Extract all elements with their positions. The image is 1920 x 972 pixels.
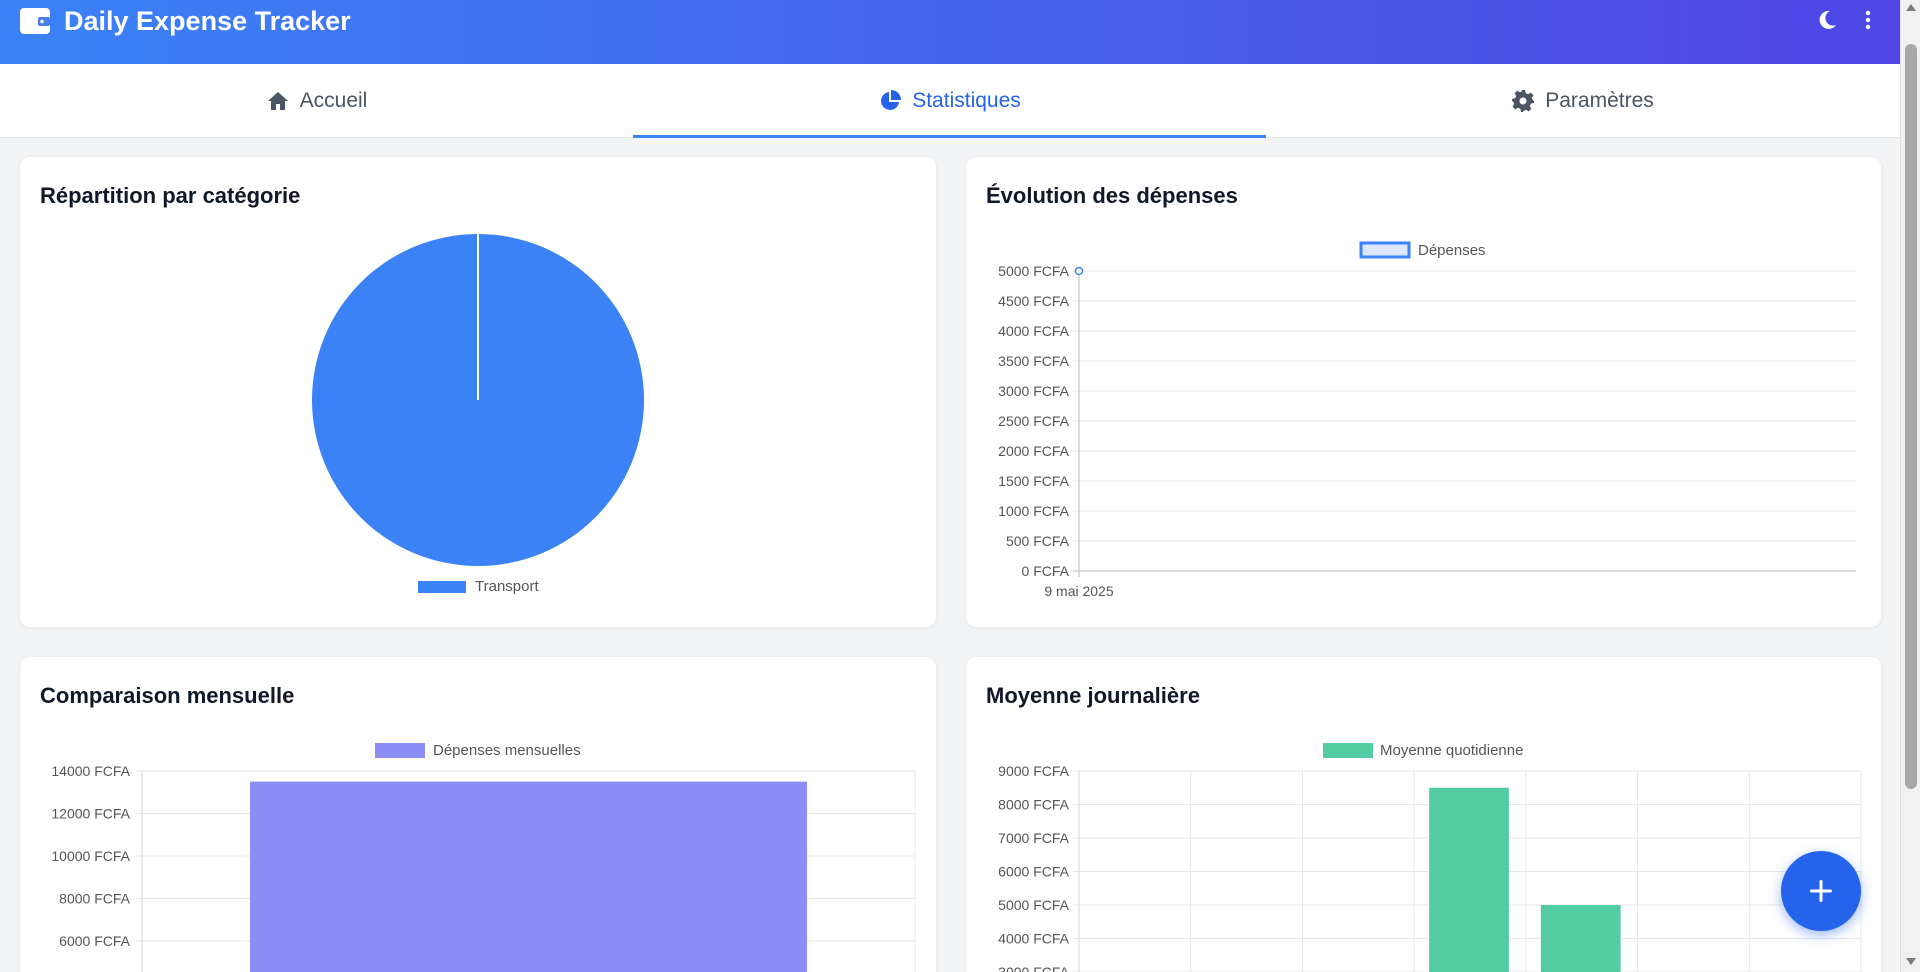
moon-icon[interactable] xyxy=(1816,9,1838,31)
legend-label: Dépenses xyxy=(1418,242,1486,259)
tab-statistiques[interactable]: Statistiques xyxy=(633,64,1266,138)
y-tick-label: 3000 FCFA xyxy=(998,964,1069,972)
y-tick-label: 4000 FCFA xyxy=(998,323,1069,339)
y-tick-label: 0 FCFA xyxy=(1022,563,1070,579)
y-tick-label: 1500 FCFA xyxy=(998,473,1069,489)
legend-label: Transport xyxy=(475,578,539,595)
y-tick-label: 5000 FCFA xyxy=(998,897,1069,913)
line-chart: Dépenses 0 FCFA 500 FCFA 1000 FCFA 1500 FCFA… xyxy=(998,241,1856,599)
scrollbar-thumb[interactable] xyxy=(1905,44,1917,789)
y-tick-label: 9000 FCFA xyxy=(998,763,1069,779)
bar[interactable] xyxy=(1540,905,1621,972)
app-title: Daily Expense Tracker xyxy=(64,6,351,36)
scroll-up-arrow[interactable] xyxy=(1906,4,1916,11)
legend-swatch xyxy=(1323,743,1373,758)
tab-label-statistiques: Statistiques xyxy=(912,89,1021,112)
y-tick-label: 500 FCFA xyxy=(1006,533,1070,549)
active-tab-indicator xyxy=(633,135,1266,138)
add-expense-button[interactable] xyxy=(1781,851,1861,931)
y-tick-label: 7000 FCFA xyxy=(998,830,1069,846)
x-tick-label: 9 mai 2025 xyxy=(1044,583,1113,599)
legend-swatch xyxy=(418,581,466,593)
home-icon xyxy=(267,92,288,110)
y-tick-label: 6000 FCFA xyxy=(59,933,130,949)
category-chart-card: Répartition par catégorie Transport xyxy=(20,157,936,627)
y-tick-label: 2500 FCFA xyxy=(998,413,1069,429)
y-tick-label: 4500 FCFA xyxy=(998,293,1069,309)
scroll-down-arrow[interactable] xyxy=(1906,958,1916,965)
daily-chart-card: Moyenne journalière Moyenne quotidienne 9… xyxy=(966,657,1881,972)
legend-label: Moyenne quotidienne xyxy=(1380,742,1523,759)
y-tick-label: 10000 FCFA xyxy=(51,848,130,864)
y-tick-label: 5000 FCFA xyxy=(998,263,1069,279)
y-tick-label: 14000 FCFA xyxy=(51,763,130,779)
bar[interactable] xyxy=(250,781,807,972)
bar[interactable] xyxy=(1429,787,1509,972)
daily-bar-chart: Moyenne quotidienne 9000 FCFA 8000 FCFA 700… xyxy=(998,742,1862,972)
plus-icon xyxy=(1810,880,1832,902)
gear-icon xyxy=(1512,90,1535,112)
more-vert-icon[interactable] xyxy=(1860,9,1876,31)
monthly-chart-card: Comparaison mensuelle Dépenses mensuelle… xyxy=(20,657,936,972)
app-header: Daily Expense Tracker xyxy=(0,0,1900,64)
y-tick-label: 2000 FCFA xyxy=(998,443,1069,459)
y-tick-label: 1000 FCFA xyxy=(998,503,1069,519)
data-point[interactable] xyxy=(1074,266,1084,276)
y-tick-label: 8000 FCFA xyxy=(59,891,130,907)
wallet-icon xyxy=(20,8,50,34)
tab-label-accueil: Accueil xyxy=(299,89,368,112)
page-scrollbar[interactable] xyxy=(1900,0,1920,972)
pie-chart-icon xyxy=(881,90,902,110)
legend-swatch xyxy=(1359,241,1411,259)
legend-swatch xyxy=(375,743,425,758)
legend-label: Dépenses mensuelles xyxy=(433,742,581,759)
y-tick-label: 4000 FCFA xyxy=(998,931,1069,947)
y-tick-label: 3500 FCFA xyxy=(998,353,1069,369)
pie-chart: Transport xyxy=(312,234,644,595)
y-tick-label: 12000 FCFA xyxy=(51,806,130,822)
evolution-chart-card: Évolution des dépenses Dépenses 0 FCFA 500… xyxy=(966,157,1881,627)
y-tick-label: 3000 FCFA xyxy=(998,383,1069,399)
tab-bar: Accueil Statistiques Paramètres xyxy=(0,64,1900,138)
tab-accueil[interactable]: Accueil xyxy=(0,64,633,138)
y-tick-label: 6000 FCFA xyxy=(998,864,1069,880)
tab-parametres[interactable]: Paramètres xyxy=(1266,64,1899,138)
monthly-bar-chart: Dépenses mensuelles 14000 FCFA 12000 FCFA 1… xyxy=(51,742,916,972)
y-tick-label: 8000 FCFA xyxy=(998,797,1069,813)
tab-label-parametres: Paramètres xyxy=(1545,89,1654,112)
